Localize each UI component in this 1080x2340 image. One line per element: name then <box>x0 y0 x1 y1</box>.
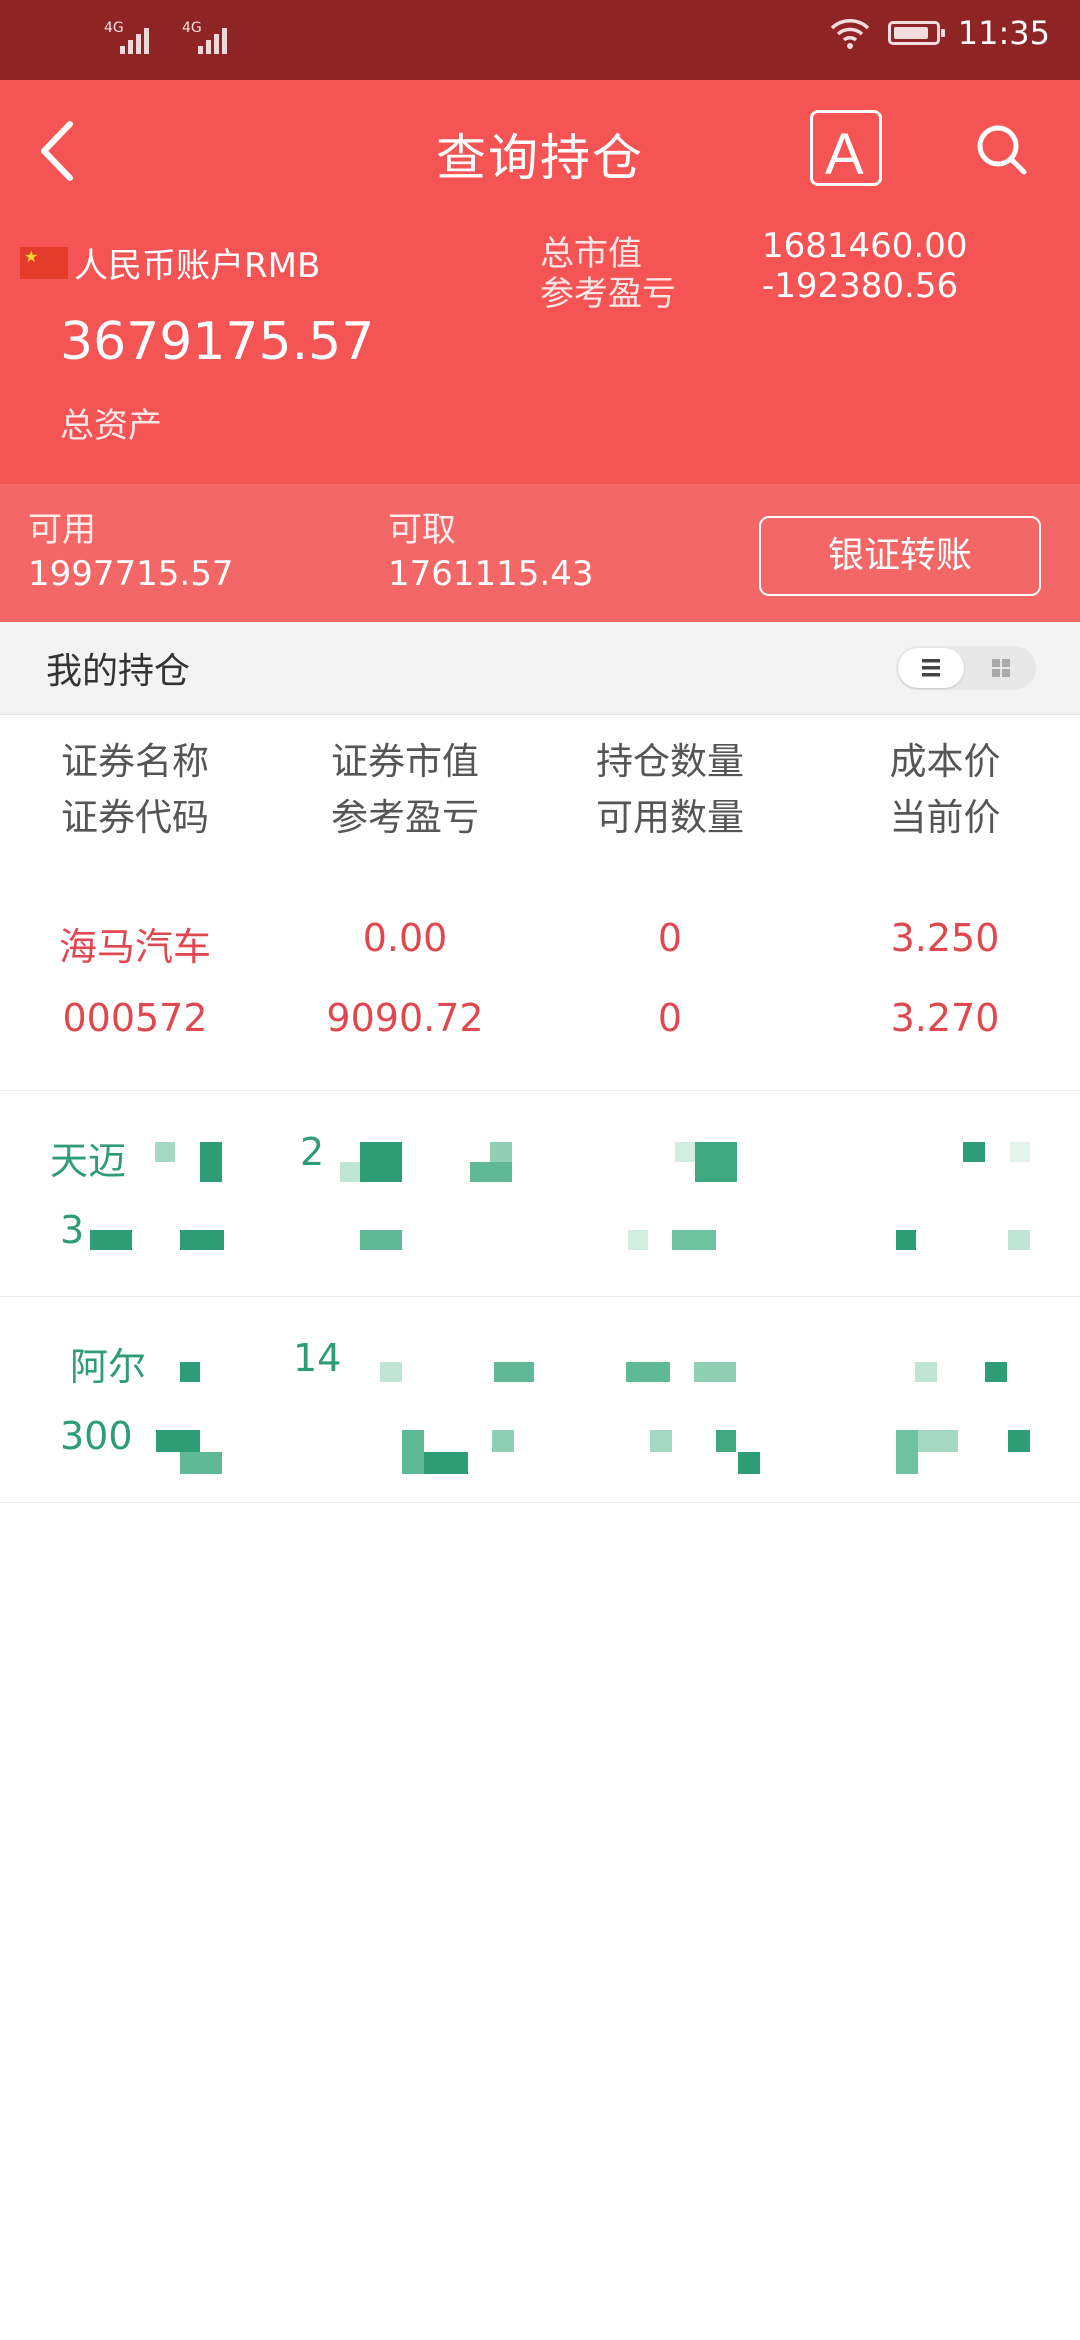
holding-row[interactable]: 海马汽车 000572 0.00 9090.72 0 0 3.250 3.270 <box>0 874 1080 1091</box>
withdrawable-label: 可取 <box>388 510 456 550</box>
market-value: 0.00 <box>362 916 448 960</box>
column-header[interactable]: 证券市值 参考盈亏 <box>300 734 510 846</box>
font-size-icon: A <box>825 122 864 187</box>
total-assets-value: 3679175.57 <box>60 312 375 372</box>
column-header[interactable]: 成本价 当前价 <box>845 734 1045 846</box>
stock-name: 海马汽车 <box>58 925 211 969</box>
available-value: 1997715.57 <box>28 554 234 594</box>
reference-pnl: 9090.72 <box>326 996 484 1040</box>
current-price: 3.270 <box>890 996 1000 1040</box>
stock-code: 3 <box>60 1208 85 1252</box>
page-title: 查询持仓 <box>436 129 644 187</box>
available-quantity: 0 <box>657 996 683 1040</box>
signal-group: 4G 4G <box>100 18 234 58</box>
view-toggle <box>896 646 1036 690</box>
market-value: 2 <box>300 1130 325 1174</box>
total-assets-label: 总资产 <box>60 406 162 446</box>
holdings-table-header: 证券名称 证券代码 证券市值 参考盈亏 持仓数量 可用数量 成本价 当前价 <box>0 714 1080 874</box>
cell-signal-icon: 4G <box>178 18 234 58</box>
stock-name: 阿尔 <box>70 1345 147 1389</box>
account-label: 人民币账户RMB <box>74 246 321 286</box>
list-view-button[interactable] <box>898 648 964 688</box>
available-label: 可用 <box>28 510 96 550</box>
status-bar: 4G 4G 11:35 <box>0 0 1080 80</box>
pnl-label: 参考盈亏 <box>540 274 676 314</box>
search-icon <box>977 125 1027 175</box>
status-time: 11:35 <box>957 14 1050 52</box>
wifi-icon <box>830 19 869 49</box>
battery-icon <box>887 21 945 45</box>
cost-price: 3.250 <box>890 916 1000 960</box>
holdings-section-bar: 我的持仓 <box>0 622 1080 715</box>
search-button[interactable] <box>972 120 1032 180</box>
china-flag-icon <box>20 246 68 279</box>
grid-view-icon <box>992 659 1010 677</box>
grid-view-button[interactable] <box>968 648 1034 688</box>
bank-transfer-button[interactable]: 银证转账 <box>759 516 1041 596</box>
balance-strip: 可用 1997715.57 可取 1761115.43 银证转账 <box>0 484 1080 622</box>
pnl-value: -192380.56 <box>762 266 959 306</box>
stock-code: 300 <box>60 1414 133 1458</box>
market-value: 14 <box>293 1336 342 1380</box>
market-value: 1681460.00 <box>762 226 968 266</box>
holding-row[interactable]: 阿尔 300 14 <box>0 1296 1080 1503</box>
account-summary-header: 查询持仓 A 人民币账户RMB 3679175.57 总资产 总市值 16814… <box>0 80 1080 484</box>
cell-signal-icon: 4G <box>100 18 156 58</box>
list-view-icon <box>922 659 940 677</box>
position-quantity: 0 <box>657 916 683 960</box>
stock-name: 天迈 <box>50 1139 127 1183</box>
withdrawable-value: 1761115.43 <box>388 554 594 594</box>
stock-code: 000572 <box>62 996 208 1040</box>
account-selector[interactable]: 人民币账户RMB <box>20 238 320 287</box>
column-header[interactable]: 持仓数量 可用数量 <box>565 734 775 846</box>
column-header[interactable]: 证券名称 证券代码 <box>30 734 240 846</box>
font-size-button[interactable]: A <box>810 110 882 187</box>
section-title: 我的持仓 <box>46 651 191 692</box>
holding-row[interactable]: 天迈 3 2 <box>0 1090 1080 1297</box>
